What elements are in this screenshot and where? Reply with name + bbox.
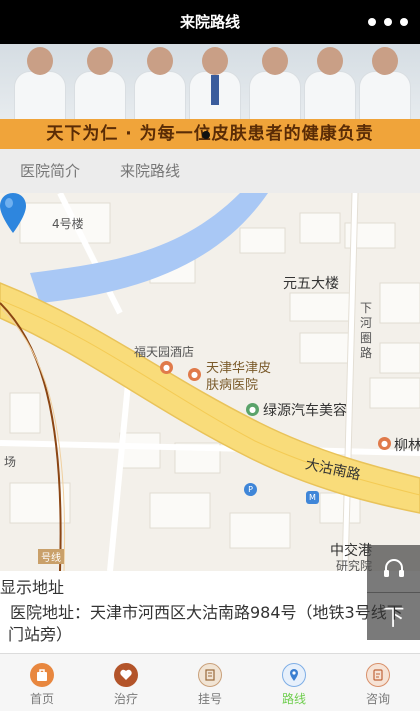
more-dots-icon[interactable]	[368, 12, 408, 32]
nav-route[interactable]: 路线	[252, 654, 336, 711]
section-tabs: 医院简介 来院路线	[0, 149, 420, 193]
map-label-building4: 4号楼	[52, 217, 84, 231]
doctor-figure	[70, 47, 130, 123]
nav-register[interactable]: 挂号	[168, 654, 252, 711]
map-label-liu: 柳林	[394, 438, 420, 454]
location-pin-icon[interactable]	[0, 193, 26, 233]
parking-icon: P	[244, 483, 257, 496]
register-icon	[198, 663, 222, 687]
headset-icon	[383, 559, 404, 577]
nav-treatment-label: 治疗	[113, 692, 138, 706]
map-label-lvyuan: 绿源汽车美容	[263, 403, 347, 419]
bottom-navigation: 首页 治疗 挂号 路线 咨询	[0, 653, 420, 711]
tab-hospital-intro[interactable]: 医院简介	[0, 149, 100, 193]
consult-icon	[366, 663, 390, 687]
hospital-poi-icon: ●	[188, 368, 201, 381]
poi-icon: ●	[378, 437, 391, 450]
nav-treatment[interactable]: 治疗	[84, 654, 168, 711]
restaurant-icon: ●	[160, 361, 173, 374]
page-title: 来院路线	[179, 13, 240, 31]
route-map[interactable]: 4号楼 元五大楼 下河圈路 福天园酒店 ● ● 天津华津皮肤病医院 ● 绿源汽车…	[0, 193, 420, 571]
nav-route-label: 路线	[281, 692, 306, 706]
nav-home-label: 首页	[29, 692, 54, 706]
tab-route[interactable]: 来院路线	[100, 149, 200, 193]
address-section-title: 显示地址	[0, 578, 65, 597]
home-bag-icon	[30, 663, 54, 687]
nav-home[interactable]: 首页	[0, 654, 84, 711]
location-pin-icon	[282, 663, 306, 687]
hospital-banner[interactable]: 天下为仁 · 为每一位皮肤患者的健康负责	[0, 44, 420, 149]
map-label-hospital[interactable]: 天津华津皮肤病医院	[206, 360, 276, 394]
map-label-xiahe: 下河圈路	[360, 301, 373, 360]
nav-consult-label: 咨询	[365, 692, 390, 706]
map-label-chang: 场	[4, 455, 17, 469]
doctor-figure	[185, 47, 245, 123]
map-label-metro-line: 号线	[38, 549, 64, 564]
car-service-icon: ●	[246, 403, 259, 416]
map-label-yuanwu: 元五大楼	[283, 276, 339, 292]
doctor-figure	[355, 47, 415, 123]
carousel-indicator[interactable]	[202, 131, 210, 139]
app-header: 来院路线	[0, 0, 420, 44]
map-label-futian: 福天园酒店	[134, 345, 195, 359]
doctor-figure	[130, 47, 190, 123]
doctor-figure	[300, 47, 360, 123]
nav-consult[interactable]: 咨询	[336, 654, 420, 711]
banner-slogan: 天下为仁 · 为每一位皮肤患者的健康负责	[46, 124, 374, 144]
metro-station-icon: M	[306, 491, 319, 504]
nav-register-label: 挂号	[197, 692, 222, 706]
doctor-figure	[245, 47, 305, 123]
heart-icon	[114, 663, 138, 687]
hospital-address: 医院地址：天津市河西区大沽南路984号（地铁3号线下门站旁）	[8, 603, 403, 644]
doctor-figure	[10, 47, 70, 123]
customer-service-button[interactable]	[367, 545, 420, 593]
